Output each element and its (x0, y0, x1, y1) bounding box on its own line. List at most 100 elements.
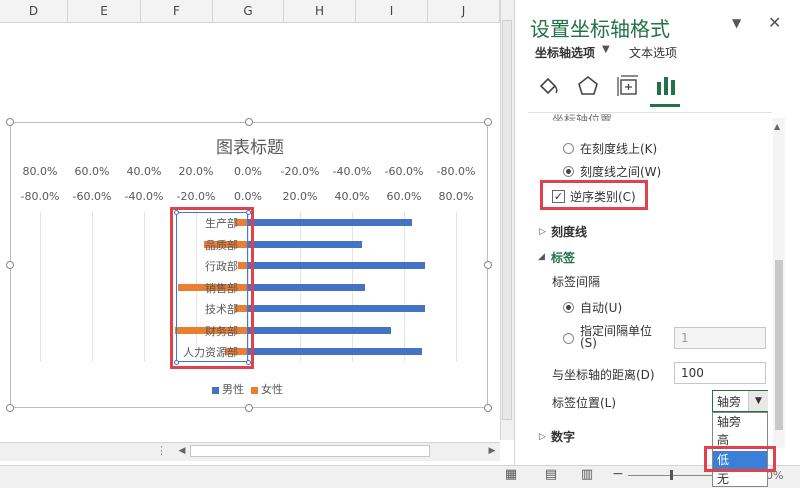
option-next-to-axis[interactable]: 轴旁 (713, 413, 767, 432)
bar-male[interactable] (248, 326, 391, 334)
top-axis-tick-label: 60.0% (74, 165, 110, 178)
chart-resize-handle[interactable] (6, 118, 14, 126)
active-tab-indicator (650, 104, 680, 107)
axis-position-heading: 坐标轴位置 (552, 113, 613, 121)
radio-on-tick-marks-label[interactable]: 在刻度线上(K) (580, 140, 657, 157)
pane-options-icon[interactable]: ▼ (732, 16, 741, 30)
option-none[interactable]: 无 (713, 470, 767, 487)
scroll-left-icon[interactable]: ◀ (176, 445, 188, 457)
column-header-f[interactable]: F (141, 0, 213, 22)
section-number[interactable]: 数字 (551, 428, 575, 445)
bar-male[interactable] (248, 262, 425, 269)
column-header-e[interactable]: E (68, 0, 141, 22)
radio-between-tick-marks[interactable] (563, 166, 574, 177)
bar-male[interactable] (248, 219, 412, 226)
pane-title: 设置坐标轴格式 (530, 17, 670, 41)
bottom-axis-tick-label: -60.0% (72, 190, 112, 203)
effects-icon[interactable] (574, 72, 602, 100)
bottom-axis-tick-label: 20.0% (282, 190, 318, 203)
gridline (404, 212, 405, 362)
highlight-box-category-axis (170, 207, 254, 369)
chart-resize-handle[interactable] (6, 404, 14, 412)
legend-swatch-male (212, 386, 219, 394)
top-axis-tick-label: 20.0% (178, 165, 214, 178)
section-tick-marks[interactable]: 刻度线 (551, 223, 587, 240)
top-axis-tick-label: -80.0% (436, 165, 476, 178)
zoom-slider-thumb[interactable] (670, 470, 673, 480)
chart-resize-handle[interactable] (6, 261, 14, 269)
tab-text-options[interactable]: 文本选项 (629, 44, 677, 61)
collapse-arrow-icon[interactable]: ◢ (538, 252, 545, 262)
bottom-axis-tick-label: -20.0% (176, 190, 216, 203)
radio-on-tick-marks[interactable] (563, 143, 574, 154)
legend-label-male: 男性 (222, 383, 244, 396)
scroll-up-icon[interactable]: ▲ (774, 122, 780, 131)
bottom-axis-tick-label: 80.0% (438, 190, 474, 203)
column-header-d[interactable]: D (0, 0, 68, 22)
size-properties-icon[interactable] (614, 72, 642, 100)
top-axis-tick-label: 40.0% (126, 165, 162, 178)
scroll-right-icon[interactable]: ▶ (486, 445, 498, 457)
column-header-i[interactable]: I (356, 0, 428, 22)
bar-male[interactable] (248, 283, 365, 291)
radio-interval-auto[interactable] (563, 302, 574, 313)
chevron-down-icon[interactable]: ▼ (748, 391, 768, 411)
chart-resize-handle[interactable] (245, 118, 253, 126)
chart-resize-handle[interactable] (484, 261, 492, 269)
chart-resize-handle[interactable] (484, 118, 492, 126)
axis-options-icon[interactable] (652, 72, 680, 100)
bar-male[interactable] (248, 240, 363, 248)
gridline (456, 212, 457, 362)
split-handle[interactable]: ⋮ (156, 444, 167, 457)
highlight-box-low-option (704, 446, 776, 472)
label-position-value[interactable]: 轴旁 (717, 393, 741, 410)
gridline (144, 212, 145, 362)
radio-between-tick-marks-label[interactable]: 刻度线之间(W) (580, 163, 661, 180)
radio-interval-specify[interactable] (563, 333, 574, 344)
bottom-axis-tick-label: -40.0% (124, 190, 164, 203)
label-distance-label: 与坐标轴的距离(D) (552, 368, 655, 382)
chart-resize-handle[interactable] (484, 404, 492, 412)
pane-scroll-thumb[interactable] (775, 260, 783, 430)
chart-resize-handle[interactable] (245, 404, 253, 412)
gridline (40, 212, 41, 362)
label-position-label: 标签位置(L) (552, 396, 617, 410)
expand-arrow-icon[interactable]: ▷ (539, 432, 546, 442)
normal-view-icon[interactable]: ▦ (502, 467, 520, 483)
top-axis-tick-label: 80.0% (22, 165, 58, 178)
label-interval-heading: 标签间隔 (552, 275, 601, 289)
bar-male[interactable] (248, 348, 423, 355)
radio-interval-specify-label[interactable]: 指定间隔单位(S) (580, 325, 668, 349)
top-axis-tick-label: -40.0% (332, 165, 372, 178)
page-break-view-icon[interactable]: ▥ (578, 467, 596, 483)
status-bar (0, 465, 800, 488)
column-header-j[interactable]: J (428, 0, 500, 22)
expand-arrow-icon[interactable]: ▷ (539, 227, 546, 237)
radio-interval-auto-label[interactable]: 自动(U) (580, 299, 622, 316)
bottom-axis-tick-label: 40.0% (334, 190, 370, 203)
interval-unit-input[interactable]: 1 (674, 327, 766, 349)
column-header-h[interactable]: H (284, 0, 356, 22)
legend-swatch-female (251, 386, 258, 394)
gridline (92, 212, 93, 362)
sheet-vertical-scroll-thumb[interactable] (502, 20, 512, 420)
tab-axis-options[interactable]: 坐标轴选项 (535, 44, 595, 61)
section-labels[interactable]: 标签 (551, 249, 575, 266)
chevron-down-icon[interactable]: ▼ (602, 44, 610, 55)
top-axis-tick-label: -20.0% (280, 165, 320, 178)
sheet-horizontal-scroll-thumb[interactable] (190, 445, 430, 457)
bar-male[interactable] (248, 305, 425, 312)
bottom-axis-tick-label: -80.0% (20, 190, 60, 203)
column-header-g[interactable]: G (213, 0, 284, 22)
chart-legend[interactable]: 男性 女性 (212, 381, 283, 397)
highlight-box-reverse-categories (540, 180, 648, 210)
label-distance-input[interactable]: 100 (674, 362, 766, 384)
legend-label-female: 女性 (261, 383, 283, 396)
fill-line-icon[interactable] (534, 72, 562, 100)
zoom-out-icon[interactable]: − (612, 466, 624, 482)
column-header-bar: D E F G H I J (0, 0, 500, 23)
page-layout-view-icon[interactable]: ▤ (542, 467, 560, 483)
top-axis-tick-label: 0.0% (234, 165, 262, 178)
chart-title[interactable]: 图表标题 (160, 133, 340, 158)
close-icon[interactable]: ✕ (768, 13, 781, 32)
